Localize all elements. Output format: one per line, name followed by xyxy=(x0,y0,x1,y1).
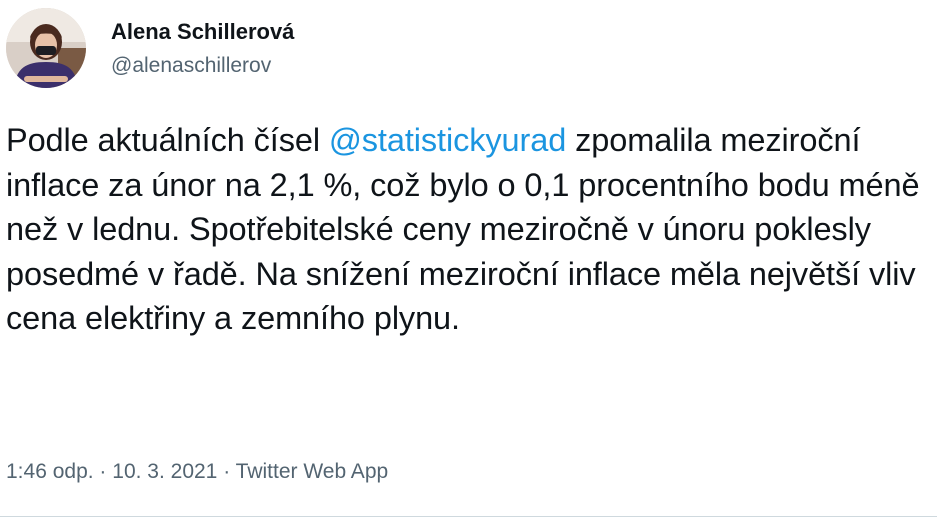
author-display-name[interactable]: Alena Schillerová xyxy=(111,18,294,46)
author-handle[interactable]: @alenaschillerov xyxy=(111,52,294,80)
tweet-meta: 1:46 odp. · 10. 3. 2021 · Twitter Web Ap… xyxy=(6,458,388,486)
avatar-image xyxy=(6,8,86,88)
meta-separator: · xyxy=(217,460,236,483)
tweet-date[interactable]: 10. 3. 2021 xyxy=(112,460,217,483)
tweet: Alena Schillerová @alenaschillerov Podle… xyxy=(0,0,937,527)
tweet-text-part: Podle aktuálních čísel xyxy=(6,122,329,158)
author-names: Alena Schillerová @alenaschillerov xyxy=(111,18,294,80)
tweet-time[interactable]: 1:46 odp. xyxy=(6,460,94,483)
tweet-text: Podle aktuálních čísel @statistickyurad … xyxy=(6,118,931,341)
meta-separator: · xyxy=(93,460,113,483)
tweet-header: Alena Schillerová @alenaschillerov xyxy=(6,8,294,88)
divider xyxy=(0,516,937,517)
avatar[interactable] xyxy=(6,8,86,88)
mention-link[interactable]: @statistickyurad xyxy=(329,122,566,158)
tweet-source[interactable]: Twitter Web App xyxy=(236,460,389,483)
